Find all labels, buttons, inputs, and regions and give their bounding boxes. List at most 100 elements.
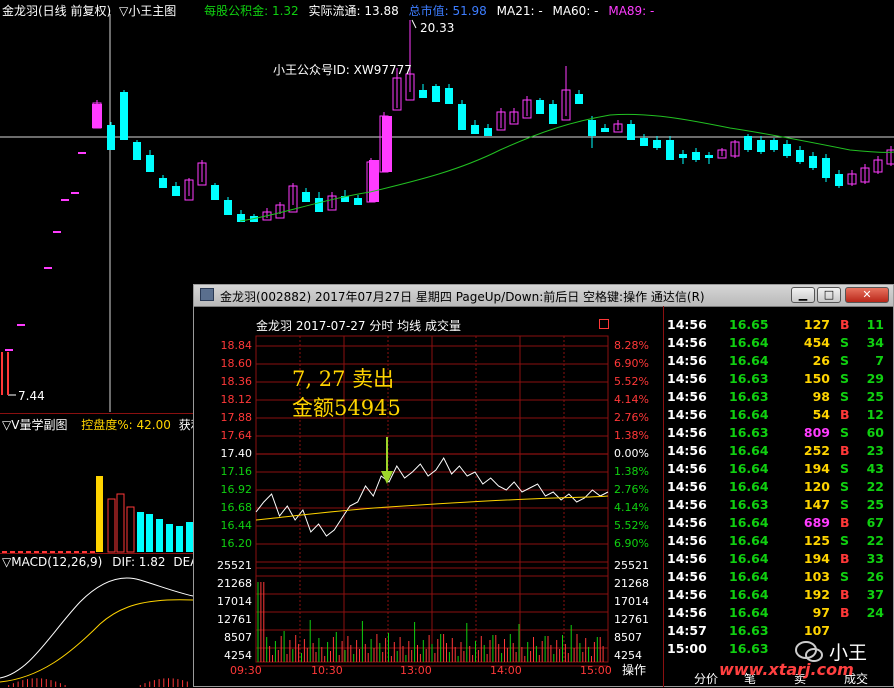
trade-side: B bbox=[840, 551, 850, 566]
operate-label[interactable]: 操作 bbox=[622, 661, 646, 678]
trade-row[interactable]: 14:56 16.63 150 S 29 bbox=[664, 371, 894, 389]
trade-vol: 454 bbox=[803, 335, 830, 350]
trade-count: 23 bbox=[866, 443, 884, 458]
trade-vol: 147 bbox=[803, 497, 830, 512]
price-tick-left: 18.12 bbox=[220, 393, 253, 406]
intraday-window[interactable]: 金龙羽(002882) 2017年07月27日 星期四 PageUp/Down:… bbox=[193, 284, 894, 687]
trade-count: 33 bbox=[866, 551, 884, 566]
percent-tick-right: 0.00% bbox=[614, 447, 649, 460]
trade-price: 16.64 bbox=[729, 461, 769, 476]
trade-count: 12 bbox=[866, 407, 884, 422]
candle-body bbox=[120, 92, 128, 140]
candle-body bbox=[445, 88, 453, 104]
trade-side: B bbox=[840, 443, 850, 458]
percent-tick-right: 2.76% bbox=[614, 411, 649, 424]
trade-list[interactable]: 14:56 16.65 127 B 11 14:56 16.64 454 S 34 14:56 16.… bbox=[663, 306, 894, 687]
trade-count: 24 bbox=[866, 605, 884, 620]
percent-tick-right: 6.90% bbox=[614, 357, 649, 370]
candle-body bbox=[315, 198, 323, 212]
trade-row[interactable]: 14:56 16.64 97 B 24 bbox=[664, 605, 894, 623]
macd-panel[interactable]: ▽MACD(12,26,9) DIF: 1.82 DEA: 0 bbox=[0, 553, 214, 688]
trade-row[interactable]: 14:56 16.64 125 S 22 bbox=[664, 533, 894, 551]
trade-row[interactable]: 14:56 16.64 194 S 43 bbox=[664, 461, 894, 479]
volume-tick-left: 4254 bbox=[224, 649, 252, 662]
trade-price: 16.64 bbox=[729, 569, 769, 584]
percent-tick-right: 6.90% bbox=[614, 537, 649, 550]
trade-time: 14:56 bbox=[667, 515, 707, 530]
candle-body bbox=[627, 124, 635, 140]
trade-side: S bbox=[840, 353, 850, 368]
trade-vol: 103 bbox=[803, 569, 830, 584]
candle-body bbox=[653, 140, 661, 148]
trade-row[interactable]: 14:56 16.64 120 S 22 bbox=[664, 479, 894, 497]
annotation-arrow-icon bbox=[381, 437, 393, 484]
trade-vol: 689 bbox=[803, 515, 830, 530]
trade-row[interactable]: 14:56 16.64 252 B 23 bbox=[664, 443, 894, 461]
trade-row[interactable]: 14:56 16.64 194 B 33 bbox=[664, 551, 894, 569]
percent-tick-right: 8.28% bbox=[614, 339, 649, 352]
volume-tick-left: 12761 bbox=[217, 613, 252, 626]
watermark-site: www.xtarj.com bbox=[719, 660, 854, 679]
candle-body bbox=[705, 155, 713, 158]
price-tick-left: 17.64 bbox=[220, 429, 253, 442]
volume-bars-plot bbox=[2, 476, 193, 553]
candle-body bbox=[211, 185, 219, 200]
candle-body bbox=[419, 90, 427, 98]
trade-row[interactable]: 14:56 16.64 103 S 26 bbox=[664, 569, 894, 587]
trade-vol: 120 bbox=[803, 479, 830, 494]
trade-row[interactable]: 14:56 16.64 689 B 67 bbox=[664, 515, 894, 533]
trade-row[interactable]: 14:56 16.64 454 S 34 bbox=[664, 335, 894, 353]
trade-count: 67 bbox=[866, 515, 884, 530]
price-tick-left: 16.68 bbox=[220, 501, 253, 514]
trade-count: 37 bbox=[866, 587, 884, 602]
trade-row[interactable]: 14:56 16.64 26 S 7 bbox=[664, 353, 894, 371]
trade-time: 14:56 bbox=[667, 335, 707, 350]
candle-body bbox=[809, 156, 817, 168]
percent-tick-right: 5.52% bbox=[614, 375, 649, 388]
trade-side: S bbox=[840, 569, 850, 584]
candle-body bbox=[640, 138, 648, 146]
trade-row[interactable]: 14:56 16.63 147 S 25 bbox=[664, 497, 894, 515]
price-tick-left: 18.36 bbox=[220, 375, 253, 388]
window-titlebar[interactable]: 金龙羽(002882) 2017年07月27日 星期四 PageUp/Down:… bbox=[194, 285, 893, 307]
trade-vol: 150 bbox=[803, 371, 830, 386]
percent-tick-right: 5.52% bbox=[614, 519, 649, 532]
volume-bar bbox=[126, 506, 135, 553]
trade-row[interactable]: 14:56 16.65 127 B 11 bbox=[664, 317, 894, 335]
trade-row[interactable]: 14:56 16.64 192 B 37 bbox=[664, 587, 894, 605]
trade-row[interactable]: 14:56 16.63 98 S 25 bbox=[664, 389, 894, 407]
candle-body bbox=[692, 152, 700, 160]
bottom-tab[interactable]: 分价 bbox=[694, 670, 718, 687]
intraday-plot bbox=[255, 335, 609, 667]
candle-body bbox=[744, 136, 752, 150]
candle-body bbox=[172, 186, 180, 196]
trade-row[interactable]: 14:56 16.63 809 S 60 bbox=[664, 425, 894, 443]
trade-side: S bbox=[840, 479, 850, 494]
maximize-button[interactable]: □ bbox=[817, 287, 841, 303]
trade-count: 11 bbox=[866, 317, 884, 332]
low-price-label: 7.44 bbox=[18, 389, 45, 403]
candle-body bbox=[796, 150, 804, 162]
trade-side: S bbox=[840, 497, 850, 512]
trade-time: 15:00 bbox=[667, 641, 707, 656]
trade-vol: 26 bbox=[812, 353, 830, 368]
intraday-chart[interactable]: 金龙羽 2017-07-27 分时 均线 成交量 18.84 18.60 18.36… bbox=[194, 306, 662, 687]
trade-vol: 54 bbox=[812, 407, 830, 422]
volume-bar bbox=[176, 526, 183, 552]
dea-line bbox=[0, 599, 193, 683]
trade-vol: 252 bbox=[803, 443, 830, 458]
minimize-button[interactable]: ▁ bbox=[791, 287, 815, 303]
trade-count: 34 bbox=[866, 335, 884, 350]
volume-tick-right: 8507 bbox=[614, 631, 642, 644]
price-tick-left: 17.16 bbox=[220, 465, 253, 478]
trade-row[interactable]: 14:56 16.64 54 B 12 bbox=[664, 407, 894, 425]
close-button[interactable]: ✕ bbox=[845, 287, 889, 303]
trade-price: 16.64 bbox=[729, 443, 769, 458]
trade-time: 14:56 bbox=[667, 461, 707, 476]
trade-time: 14:57 bbox=[667, 623, 707, 638]
volume-bar bbox=[166, 524, 173, 552]
price-tick-left: 16.92 bbox=[220, 483, 253, 496]
high-marker-line bbox=[411, 19, 417, 29]
trade-time: 14:56 bbox=[667, 425, 707, 440]
sub-chart[interactable]: ▽V量学副图 控盘度%: 42.00 获利 bbox=[0, 413, 203, 554]
